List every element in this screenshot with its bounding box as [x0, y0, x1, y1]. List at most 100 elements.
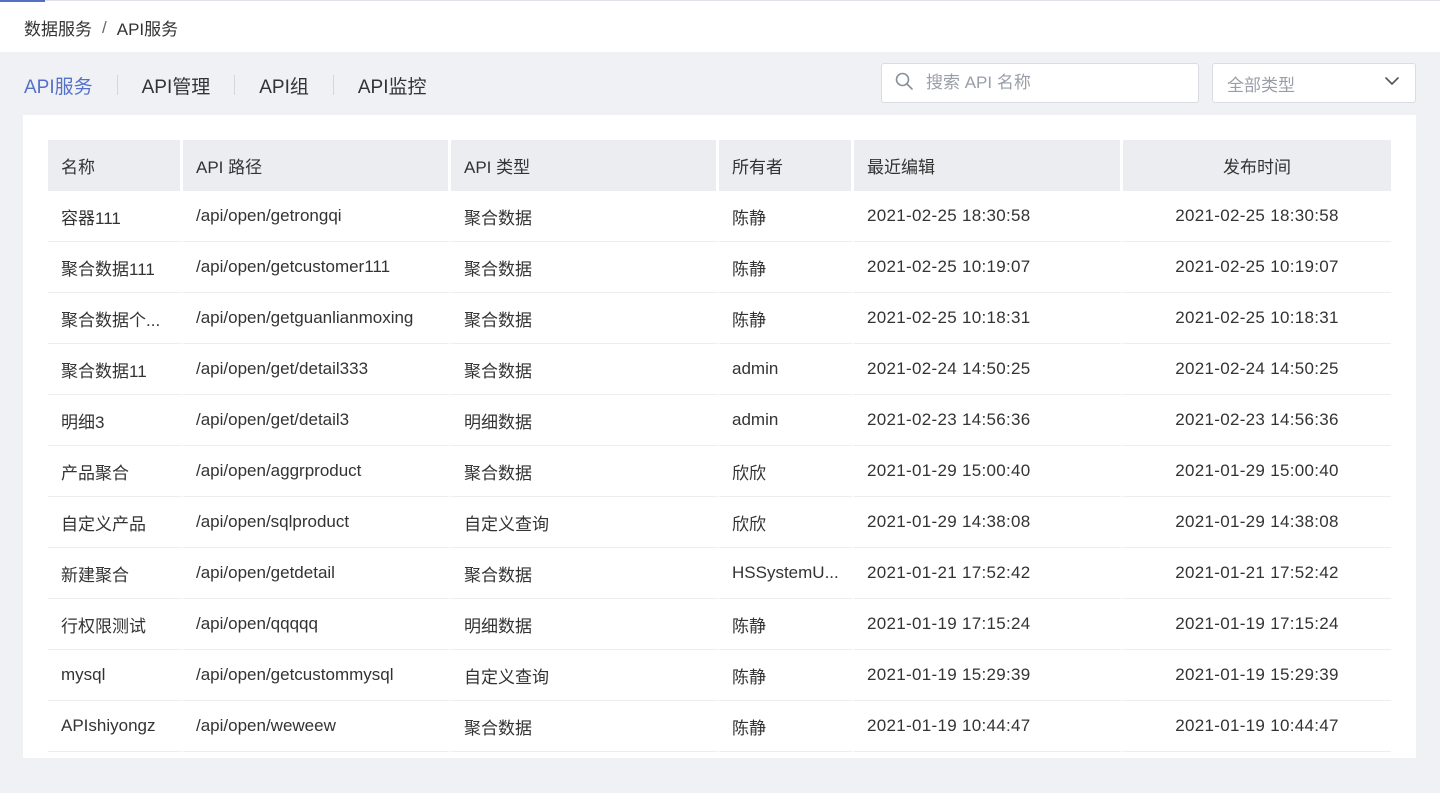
api-table: 名称 API 路径 API 类型 所有者 最近编辑 发布时间 容器111/api/open…	[48, 140, 1391, 752]
cell-path: /api/open/weweew	[183, 701, 451, 752]
cell-last-edit: 2021-02-24 14:50:25	[854, 344, 1123, 395]
cell-owner: admin	[719, 344, 854, 395]
cell-type: 明细数据	[451, 395, 719, 446]
cell-type: 明细数据	[451, 599, 719, 650]
column-header-name: 名称	[48, 140, 183, 191]
cell-type: 聚合数据	[451, 446, 719, 497]
cell-name[interactable]: 明细3	[48, 395, 183, 446]
cell-path: /api/open/get/detail3	[183, 395, 451, 446]
cell-publish-time: 2021-01-19 10:44:47	[1123, 701, 1391, 752]
cell-last-edit: 2021-02-25 18:30:58	[854, 191, 1123, 242]
cell-name[interactable]: 自定义产品	[48, 497, 183, 548]
tab-api-monitor[interactable]: API监控	[358, 72, 427, 99]
tab-bar: API服务 API管理 API组 API监控	[24, 70, 427, 100]
table-row[interactable]: 自定义产品/api/open/sqlproduct 自定义查询 欣欣 2021-01-…	[48, 497, 1391, 548]
type-filter-select[interactable]: 全部类型	[1212, 63, 1416, 103]
tab-divider	[116, 75, 118, 95]
cell-publish-time: 2021-02-25 10:18:31	[1123, 293, 1391, 344]
breadcrumb-root[interactable]: 数据服务	[24, 15, 92, 40]
table-row[interactable]: 行权限测试/api/open/qqqqq 明细数据 陈静 2021-01-19 17:…	[48, 599, 1391, 650]
cell-publish-time: 2021-01-29 15:00:40	[1123, 446, 1391, 497]
cell-last-edit: 2021-01-19 15:29:39	[854, 650, 1123, 701]
table-body: 容器111/api/open/getrongqi 聚合数据 陈静 2021-02-25…	[48, 191, 1391, 752]
column-header-publish-time: 发布时间	[1123, 140, 1391, 191]
cell-path: /api/open/aggrproduct	[183, 446, 451, 497]
breadcrumb-current: API服务	[116, 20, 179, 39]
cell-name[interactable]: 聚合数据个...	[48, 293, 183, 344]
cell-publish-time: 2021-01-21 17:52:42	[1123, 548, 1391, 599]
cell-path: /api/open/get/detail333	[183, 344, 451, 395]
cell-path: /api/open/getcustomer111	[183, 242, 451, 293]
cell-publish-time: 2021-01-19 17:15:24	[1123, 599, 1391, 650]
table-row[interactable]: 聚合数据111/api/open/getcustomer111 聚合数据 陈静 202…	[48, 242, 1391, 293]
cell-owner: 陈静	[719, 599, 854, 650]
cell-path: /api/open/getrongqi	[183, 191, 451, 242]
tab-divider	[332, 75, 334, 95]
cell-last-edit: 2021-01-19 10:44:47	[854, 701, 1123, 752]
cell-name[interactable]: 行权限测试	[48, 599, 183, 650]
top-bar: 数据服务 / API服务	[0, 0, 1440, 52]
table-row[interactable]: APIshiyongz/api/open/weweew 聚合数据 陈静 2021-01…	[48, 701, 1391, 752]
cell-name[interactable]: mysql	[48, 650, 183, 701]
cell-type: 聚合数据	[451, 701, 719, 752]
cell-owner: 陈静	[719, 701, 854, 752]
cell-last-edit: 2021-01-21 17:52:42	[854, 548, 1123, 599]
tab-api-management[interactable]: API管理	[142, 72, 211, 99]
column-header-owner: 所有者	[719, 140, 854, 191]
cell-name[interactable]: 聚合数据11	[48, 344, 183, 395]
cell-path: /api/open/getcustommysql	[183, 650, 451, 701]
search-box[interactable]	[881, 63, 1199, 103]
cell-name[interactable]: 产品聚合	[48, 446, 183, 497]
cell-publish-time: 2021-02-25 10:19:07	[1123, 242, 1391, 293]
cell-name[interactable]: 聚合数据111	[48, 242, 183, 293]
cell-name[interactable]: APIshiyongz	[48, 701, 183, 752]
cell-name[interactable]: 容器111	[48, 191, 183, 242]
table-row[interactable]: 产品聚合/api/open/aggrproduct 聚合数据 欣欣 2021-01-2…	[48, 446, 1391, 497]
tab-api-service[interactable]: API服务	[24, 72, 93, 99]
cell-path: /api/open/getguanlianmoxing	[183, 293, 451, 344]
table-row[interactable]: 聚合数据个.../api/open/getguanlianmoxing 聚合数据陈…	[48, 293, 1391, 344]
column-header-last-edit: 最近编辑	[854, 140, 1123, 191]
chevron-down-icon	[1383, 72, 1401, 95]
table-row[interactable]: 容器111/api/open/getrongqi 聚合数据 陈静 2021-02-25…	[48, 191, 1391, 242]
cell-type: 自定义查询	[451, 650, 719, 701]
cell-owner: 陈静	[719, 242, 854, 293]
cell-type: 聚合数据	[451, 242, 719, 293]
cell-owner: 陈静	[719, 650, 854, 701]
cell-publish-time: 2021-01-29 14:38:08	[1123, 497, 1391, 548]
cell-path: /api/open/qqqqq	[183, 599, 451, 650]
cell-owner: 陈静	[719, 191, 854, 242]
column-header-path: API 路径	[183, 140, 451, 191]
search-input[interactable]	[926, 73, 1186, 93]
cell-last-edit: 2021-01-29 15:00:40	[854, 446, 1123, 497]
cell-owner: 欣欣	[719, 497, 854, 548]
cell-path: /api/open/getdetail	[183, 548, 451, 599]
cell-owner: admin	[719, 395, 854, 446]
table-row[interactable]: 明细3/api/open/get/detail3 明细数据 admin 2021-02…	[48, 395, 1391, 446]
column-header-type: API 类型	[451, 140, 719, 191]
cell-publish-time: 2021-02-24 14:50:25	[1123, 344, 1391, 395]
table-row[interactable]: mysql/api/open/getcustommysql 自定义查询 陈静 2021…	[48, 650, 1391, 701]
table-row[interactable]: 聚合数据11/api/open/get/detail333 聚合数据 admin 20…	[48, 344, 1391, 395]
breadcrumb: 数据服务 / API服务	[24, 15, 178, 40]
cell-publish-time: 2021-02-23 14:56:36	[1123, 395, 1391, 446]
cell-last-edit: 2021-01-19 17:15:24	[854, 599, 1123, 650]
cell-type: 自定义查询	[451, 497, 719, 548]
tab-api-group[interactable]: API组	[259, 72, 309, 99]
api-list-panel: 名称 API 路径 API 类型 所有者 最近编辑 发布时间 容器111/api/open…	[23, 115, 1416, 758]
cell-publish-time: 2021-02-25 18:30:58	[1123, 191, 1391, 242]
table-header-row: 名称 API 路径 API 类型 所有者 最近编辑 发布时间	[48, 140, 1391, 191]
cell-type: 聚合数据	[451, 293, 719, 344]
table-row[interactable]: 新建聚合/api/open/getdetail 聚合数据 HSSystemU... 2…	[48, 548, 1391, 599]
cell-publish-time: 2021-01-19 15:29:39	[1123, 650, 1391, 701]
breadcrumb-separator: /	[102, 17, 107, 37]
cell-last-edit: 2021-02-23 14:56:36	[854, 395, 1123, 446]
cell-type: 聚合数据	[451, 191, 719, 242]
cell-type: 聚合数据	[451, 344, 719, 395]
search-icon	[894, 71, 914, 96]
cell-last-edit: 2021-02-25 10:19:07	[854, 242, 1123, 293]
cell-last-edit: 2021-01-29 14:38:08	[854, 497, 1123, 548]
cell-last-edit: 2021-02-25 10:18:31	[854, 293, 1123, 344]
top-accent-line	[0, 0, 45, 2]
cell-name[interactable]: 新建聚合	[48, 548, 183, 599]
